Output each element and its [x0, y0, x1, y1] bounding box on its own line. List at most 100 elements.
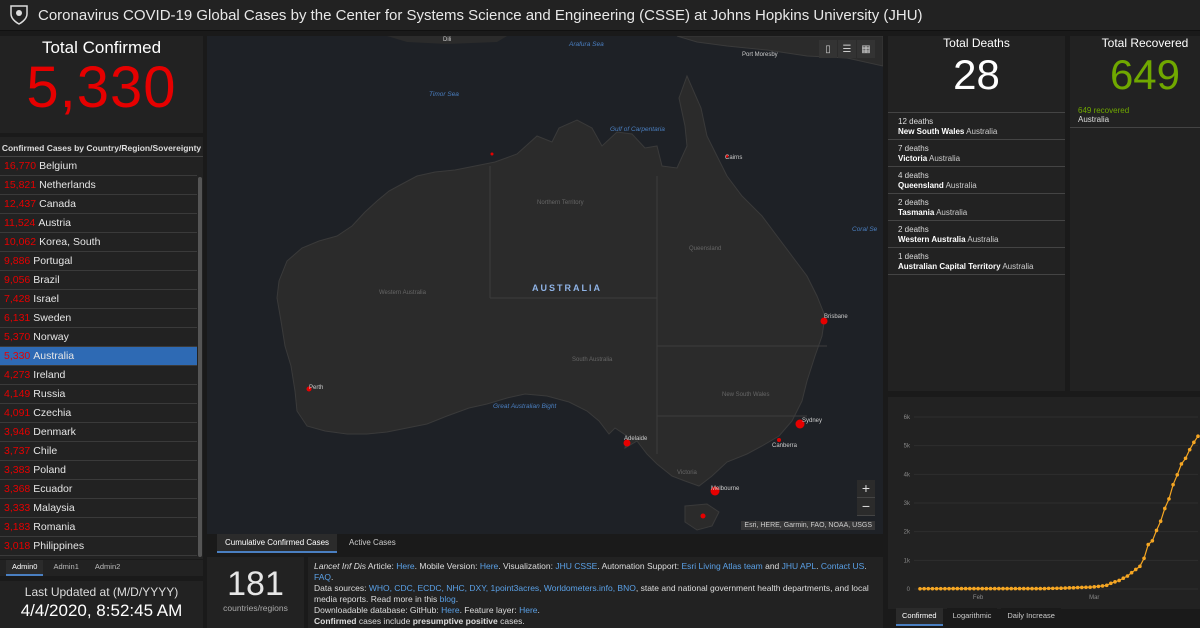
chart-point[interactable]: [984, 586, 989, 591]
chart-point[interactable]: [1075, 585, 1080, 590]
tab-map-0[interactable]: Cumulative Confirmed Cases: [217, 534, 338, 553]
tab-admin-2[interactable]: Admin2: [89, 560, 126, 576]
chart-point[interactable]: [930, 586, 935, 591]
country-list-item[interactable]: 4,273 Ireland: [0, 366, 197, 385]
chart-point[interactable]: [1163, 506, 1167, 511]
chart-point[interactable]: [1142, 556, 1146, 561]
contact-link[interactable]: Contact US: [821, 561, 864, 571]
chart-point[interactable]: [1125, 574, 1130, 578]
chart-point[interactable]: [1171, 482, 1175, 487]
chart-point[interactable]: [918, 586, 922, 591]
list-scrollbar[interactable]: [198, 177, 202, 557]
country-list-item[interactable]: 9,886 Portugal: [0, 252, 197, 271]
chart-point[interactable]: [1113, 580, 1117, 584]
chart-point[interactable]: [1050, 586, 1055, 591]
country-list-item[interactable]: 9,056 Brazil: [0, 271, 197, 290]
country-list-item[interactable]: 15,821 Netherlands: [0, 176, 197, 195]
chart-point[interactable]: [1092, 585, 1097, 589]
country-list-item[interactable]: 5,330 Australia: [0, 347, 197, 366]
chart-point[interactable]: [1067, 586, 1072, 590]
country-list-item[interactable]: 5,370 Norway: [0, 328, 197, 347]
death-list-item[interactable]: 2 deaths Western Australia Australia: [888, 221, 1065, 248]
list-icon[interactable]: ☰: [838, 40, 856, 58]
chart-point[interactable]: [1109, 581, 1113, 586]
country-list-item[interactable]: 3,737 Chile: [0, 442, 197, 461]
chart-point[interactable]: [938, 586, 943, 591]
blog-link[interactable]: blog: [440, 594, 456, 604]
chart-point[interactable]: [1017, 586, 1022, 591]
country-list-item[interactable]: 4,091 Czechia: [0, 404, 197, 423]
death-list-item[interactable]: 4 deaths Queensland Australia: [888, 167, 1065, 194]
chart-point[interactable]: [1104, 583, 1109, 588]
chart-point[interactable]: [1100, 584, 1105, 588]
map-canvas[interactable]: AUSTRALIA Timor Sea Arafura Sea Gulf of …: [207, 36, 883, 534]
chart-point[interactable]: [1071, 586, 1076, 590]
tab-chart-2[interactable]: Daily Increase: [1001, 608, 1061, 626]
map-panel[interactable]: AUSTRALIA Timor Sea Arafura Sea Gulf of …: [207, 36, 883, 534]
chart-point[interactable]: [1121, 576, 1126, 580]
mobile-link[interactable]: Here: [480, 561, 498, 571]
country-list-item[interactable]: 3,333 Malaysia: [0, 499, 197, 518]
bookmark-icon[interactable]: ▯: [819, 40, 837, 58]
chart-point[interactable]: [1150, 538, 1155, 543]
chart-point[interactable]: [1042, 586, 1047, 591]
country-list-item[interactable]: 10,062 Korea, South: [0, 233, 197, 252]
chart-point[interactable]: [1026, 586, 1030, 591]
chart-point[interactable]: [1005, 586, 1009, 591]
country-list-item[interactable]: 6,131 Sweden: [0, 309, 197, 328]
chart-point[interactable]: [1063, 586, 1068, 590]
chart-point[interactable]: [922, 586, 926, 591]
chart-point[interactable]: [1046, 586, 1051, 591]
country-list-item[interactable]: 3,946 Denmark: [0, 423, 197, 442]
chart-point[interactable]: [1167, 497, 1171, 501]
chart-point[interactable]: [1138, 564, 1142, 569]
tab-admin-1[interactable]: Admin1: [47, 560, 84, 576]
chart-point[interactable]: [943, 586, 947, 591]
chart-point[interactable]: [976, 586, 980, 591]
chart-point[interactable]: [992, 586, 997, 591]
chart-point[interactable]: [967, 586, 972, 591]
tab-chart-0[interactable]: Confirmed: [896, 608, 943, 626]
esri-link[interactable]: Esri Living Atlas team: [681, 561, 762, 571]
chart-point[interactable]: [1055, 586, 1059, 591]
country-list-item[interactable]: 4,149 Russia: [0, 385, 197, 404]
chart-point[interactable]: [1187, 447, 1192, 452]
chart-point[interactable]: [955, 586, 960, 591]
github-link[interactable]: Here: [441, 605, 459, 615]
zoom-out-button[interactable]: −: [857, 498, 875, 516]
country-list-item[interactable]: 3,183 Romania: [0, 518, 197, 537]
chart-point[interactable]: [997, 586, 1001, 591]
chart-point[interactable]: [1009, 586, 1014, 591]
chart-point[interactable]: [1133, 567, 1138, 572]
chart-point[interactable]: [1038, 586, 1043, 591]
faq-link[interactable]: FAQ: [314, 572, 331, 582]
death-list-item[interactable]: 12 deaths New South Wales Australia: [888, 113, 1065, 140]
jhu-apl-link[interactable]: JHU APL: [782, 561, 817, 571]
chart-point[interactable]: [1196, 434, 1200, 439]
lancet-link[interactable]: Here: [396, 561, 414, 571]
death-list-item[interactable]: 7 deaths Victoria Australia: [888, 140, 1065, 167]
death-list-item[interactable]: 2 deaths Tasmania Australia: [888, 194, 1065, 221]
chart-point[interactable]: [1096, 584, 1101, 589]
chart-point[interactable]: [926, 586, 931, 591]
chart-point[interactable]: [1001, 586, 1005, 591]
jhu-csse-link[interactable]: JHU CSSE: [555, 561, 597, 571]
chart-point[interactable]: [1158, 519, 1163, 524]
chart-point[interactable]: [1084, 585, 1088, 590]
zoom-in-button[interactable]: +: [857, 480, 875, 498]
chart-point[interactable]: [1034, 586, 1038, 591]
chart-point[interactable]: [934, 586, 939, 591]
chart-point[interactable]: [1129, 570, 1134, 575]
grid-icon[interactable]: ▦: [857, 40, 875, 58]
chart-point[interactable]: [1117, 578, 1121, 583]
chart-point[interactable]: [959, 586, 964, 591]
chart-point[interactable]: [988, 586, 993, 591]
chart-point[interactable]: [951, 586, 955, 591]
chart-point[interactable]: [1059, 586, 1063, 591]
chart-point[interactable]: [1154, 528, 1159, 533]
chart-point[interactable]: [980, 586, 985, 591]
tab-map-1[interactable]: Active Cases: [341, 534, 404, 553]
chart-point[interactable]: [1192, 440, 1196, 445]
country-list-item[interactable]: 7,428 Israel: [0, 290, 197, 309]
chart-point[interactable]: [1175, 472, 1180, 477]
